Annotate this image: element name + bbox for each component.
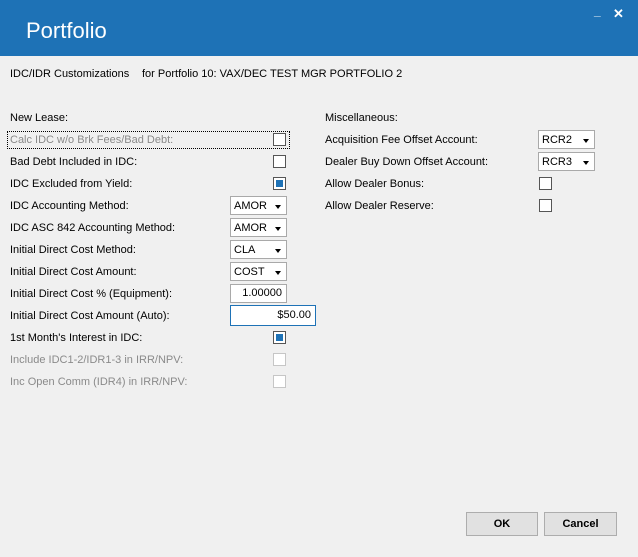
dealer-bonus-label: Allow Dealer Bonus: <box>325 178 425 190</box>
include-idc-checkbox <box>273 353 286 366</box>
dealer-reserve-label: Allow Dealer Reserve: <box>325 200 434 212</box>
inc-open-comm-label: Inc Open Comm (IDR4) in IRR/NPV: <box>10 376 188 388</box>
idc-excluded-label: IDC Excluded from Yield: <box>10 178 133 190</box>
acq-fee-value: RCR2 <box>542 134 572 146</box>
new-lease-heading: New Lease: <box>10 112 69 124</box>
initial-method-value: CLA <box>234 244 256 256</box>
acq-fee-select[interactable]: RCR2 <box>538 130 595 149</box>
asc842-method-select[interactable]: AMOR <box>230 218 287 237</box>
initial-auto-input[interactable]: $50.00 <box>230 305 316 326</box>
include-idc-label: Include IDC1-2/IDR1-3 in IRR/NPV: <box>10 354 184 366</box>
accounting-method-label: IDC Accounting Method: <box>10 200 129 212</box>
initial-method-select[interactable]: CLA <box>230 240 287 259</box>
inc-open-comm-checkbox <box>273 375 286 388</box>
calc-idc-checkbox[interactable] <box>273 133 286 146</box>
asc842-method-value: AMOR <box>234 222 267 234</box>
title-bar: Portfolio _ ✕ <box>0 0 638 56</box>
chevron-down-icon <box>583 161 589 165</box>
initial-amount-value: COST <box>234 266 265 278</box>
dealer-bonus-checkbox[interactable] <box>539 177 552 190</box>
section-title: IDC/IDR Customizations <box>10 68 130 80</box>
chevron-down-icon <box>583 139 589 143</box>
dealer-buy-value: RCR3 <box>542 156 572 168</box>
initial-amount-select[interactable]: COST <box>230 262 287 281</box>
dealer-buy-label: Dealer Buy Down Offset Account: <box>325 156 489 168</box>
calc-idc-label: Calc IDC w/o Brk Fees/Bad Debt: <box>10 134 174 146</box>
acq-fee-label: Acquisition Fee Offset Account: <box>325 134 478 146</box>
initial-pct-label: Initial Direct Cost % (Equipment): <box>10 288 172 300</box>
asc842-method-label: IDC ASC 842 Accounting Method: <box>10 222 176 234</box>
initial-pct-input[interactable]: 1.00000 <box>230 284 287 303</box>
chevron-down-icon <box>275 271 281 275</box>
ok-button[interactable]: OK <box>466 512 538 536</box>
first-month-checkbox[interactable] <box>273 331 286 344</box>
cancel-button[interactable]: Cancel <box>544 512 617 536</box>
chevron-down-icon <box>275 205 281 209</box>
chevron-down-icon <box>275 227 281 231</box>
dealer-buy-select[interactable]: RCR3 <box>538 152 595 171</box>
initial-method-label: Initial Direct Cost Method: <box>10 244 136 256</box>
portfolio-label: for Portfolio 10: VAX/DEC TEST MGR PORTF… <box>142 68 403 80</box>
initial-amount-label: Initial Direct Cost Amount: <box>10 266 137 278</box>
misc-heading: Miscellaneous: <box>325 112 398 124</box>
bad-debt-checkbox[interactable] <box>273 155 286 168</box>
dealer-reserve-checkbox[interactable] <box>539 199 552 212</box>
minimize-icon[interactable]: _ <box>594 4 601 18</box>
accounting-method-value: AMOR <box>234 200 267 212</box>
first-month-label: 1st Month's Interest in IDC: <box>10 332 143 344</box>
accounting-method-select[interactable]: AMOR <box>230 196 287 215</box>
initial-auto-label: Initial Direct Cost Amount (Auto): <box>10 310 170 322</box>
window-title: Portfolio <box>26 18 107 43</box>
chevron-down-icon <box>275 249 281 253</box>
idc-excluded-checkbox[interactable] <box>273 177 286 190</box>
close-icon[interactable]: ✕ <box>613 6 624 22</box>
bad-debt-label: Bad Debt Included in IDC: <box>10 156 138 168</box>
